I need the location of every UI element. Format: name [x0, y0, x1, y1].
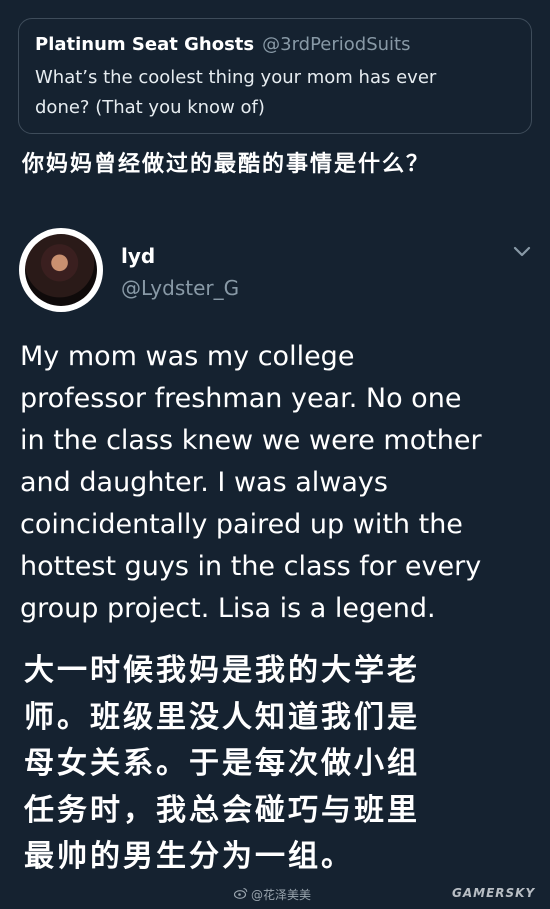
chinese-translation-line: 大一时候我妈是我的大学老: [24, 653, 420, 688]
quoted-tweet-text-line: done? (That you know of): [35, 97, 265, 118]
tweet-body-line: hottest guys in the class for every: [20, 551, 482, 582]
quoted-tweet-header: Platinum Seat Ghosts @3rdPeriodSuits: [35, 33, 515, 57]
avatar-photo: [25, 234, 97, 306]
chevron-down-icon[interactable]: [512, 244, 532, 260]
tweet-body-line: coincidentally paired up with the: [20, 509, 463, 540]
gamersky-watermark: GAMERSKY: [452, 886, 536, 900]
chinese-translation-line: 母女关系。于是每次做小组: [24, 746, 420, 781]
quoted-tweet-author-name[interactable]: Platinum Seat Ghosts: [35, 33, 254, 57]
weibo-watermark: @花泽美美: [233, 886, 312, 903]
quoted-tweet-text: What’s the coolest thing your mom has ev…: [35, 63, 515, 123]
quoted-tweet-card[interactable]: Platinum Seat Ghosts @3rdPeriodSuits Wha…: [18, 18, 532, 134]
weibo-icon: [233, 887, 248, 902]
chinese-translation: 大一时候我妈是我的大学老 师。班级里没人知道我们是 母女关系。于是每次做小组 任…: [24, 648, 524, 881]
tweet-body-line: professor freshman year. No one: [20, 383, 462, 414]
tweet-body-line: in the class knew we were mother: [20, 425, 482, 456]
tweet-body: My mom was my college professor freshman…: [20, 336, 535, 630]
tweet-author-handle[interactable]: @Lydster_G: [121, 276, 239, 300]
chinese-translation-line: 任务时，我总会碰巧与班里: [24, 792, 420, 828]
weibo-watermark-text: @花泽美美: [251, 888, 312, 902]
tweet-author-name[interactable]: lyd: [121, 244, 155, 268]
chinese-translation-line: 师。班级里没人知道我们是: [24, 699, 420, 735]
tweet-body-line: group project. Lisa is a legend.: [20, 593, 436, 624]
chinese-caption: 你妈妈曾经做过的最酷的事情是什么？: [22, 152, 431, 177]
avatar[interactable]: [19, 228, 103, 312]
quoted-tweet-author-handle[interactable]: @3rdPeriodSuits: [262, 33, 410, 57]
quoted-tweet-text-line: What’s the coolest thing your mom has ev…: [35, 67, 437, 88]
chinese-translation-line: 最帅的男生分为一组。: [24, 839, 354, 874]
tweet-body-line: and daughter. I was always: [20, 467, 388, 498]
tweet-body-line: My mom was my college: [20, 341, 355, 372]
